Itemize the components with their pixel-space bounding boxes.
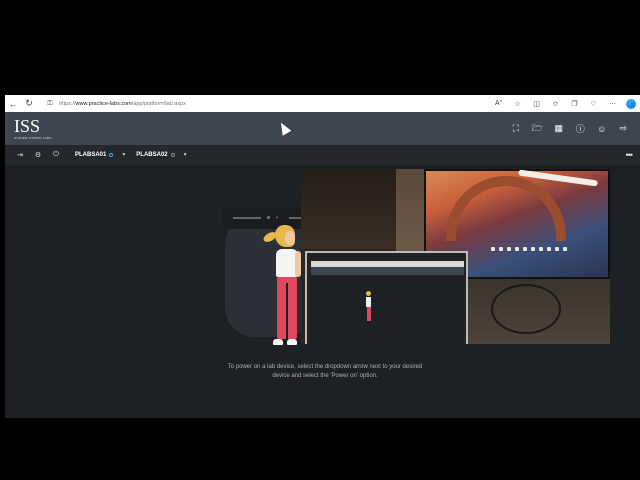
status-dot [109,153,114,157]
browser-tools: A​” ☆ ◫ ✩ ❐ ♡ ⋯ [489,95,640,112]
browser-window: ← ↻ ⚿ https://www.practice-labs.com/app/… [5,95,640,418]
lab-toolbar: ⇥ ⚙ ⏻ PLABSA01 ▼ PLABSA02 ▼ ••• [5,145,640,165]
screen: ← ↻ ⚿ https://www.practice-labs.com/app/… [0,0,640,480]
logo-subtext: GUIDED HYBRID LABS [14,136,52,140]
power-on-instructions: To power on a lab device, select the dro… [205,363,445,381]
back-icon[interactable]: ← [5,95,21,112]
shoe [287,339,297,345]
device-tab-plabsa01[interactable]: PLABSA01 ▼ [75,152,126,158]
laptop-screen [311,261,464,343]
url-host: www.practice-labs.com [75,100,132,107]
webcam-wall [396,169,424,251]
split-screen-icon[interactable]: ◫ [527,95,546,112]
header-actions: ⛶ 🗁 ▦ ⓘ ☺ ⇨ [505,112,634,145]
device-tab-plabsa02[interactable]: PLABSA02 ▼ [136,152,187,158]
folder-icon[interactable]: 🗁 [527,112,549,145]
monitor-wallpaper-arch [446,176,566,241]
device-name: PLABSA01 [75,152,107,158]
fullscreen-icon[interactable]: ⛶ [505,112,527,145]
app-header: ISS GUIDED HYBRID LABS ⛶ 🗁 ▦ ⓘ ☺ ⇨ [5,112,640,145]
favorites-icon[interactable]: ✩ [546,95,565,112]
address-bar: ← ↻ ⚿ https://www.practice-labs.com/app/… [5,95,640,112]
status-dot [170,153,175,157]
placeholder-bar [289,217,301,219]
browser-essentials-icon[interactable]: ♡ [584,95,603,112]
webcam-overlay [301,169,610,344]
chevron-down-icon: ▼ [275,215,279,220]
placeholder-bar [233,217,261,219]
more-horizontal-icon[interactable]: ••• [626,145,634,165]
webcam-cable [491,284,561,334]
iss-logo[interactable]: ISS GUIDED HYBRID LABS [14,117,52,140]
lock-icon[interactable]: ⚿ [45,95,55,112]
pants-gap [286,283,288,339]
extensions-icon[interactable]: ⋯ [603,95,622,112]
webcam-laptop [305,251,468,344]
url-prefix: https:// [59,100,76,107]
chart-icon[interactable]: ▦ [548,112,570,145]
help-icon[interactable]: ⓘ [570,112,592,145]
exit-icon[interactable]: ⇥ [11,145,29,165]
laptop-header [311,267,464,275]
url-field[interactable]: https://www.practice-labs.com/app/platfo… [59,101,186,107]
placeholder-dot [267,216,270,219]
logo-text: ISS [14,116,41,136]
instructions-line: device and select the 'Power on' option. [272,373,378,379]
instructions-line: To power on a lab device, select the dro… [227,364,423,370]
collections-icon[interactable]: ❐ [565,95,584,112]
favorite-star-icon[interactable]: ☆ [508,95,527,112]
edge-copilot-icon[interactable] [626,98,636,109]
read-aloud-icon[interactable]: A​” [489,95,508,112]
face [285,231,295,245]
url-path: /app/platform/lab.aspx [131,100,186,107]
shoe [273,339,283,345]
settings-icon[interactable]: ⚙ [29,145,47,165]
monitor-taskbar [491,247,571,251]
chevron-down-icon[interactable]: ▼ [183,152,188,158]
laptop-illustration [366,291,372,326]
lab-content: ▼ To power on a lab device, select the d… [5,165,640,418]
power-icon[interactable]: ⏻ [47,145,65,165]
mouse-cursor-icon [276,120,292,136]
logout-icon[interactable]: ⇨ [613,112,635,145]
webcam-wall [301,169,401,249]
user-icon[interactable]: ☺ [591,112,613,145]
refresh-icon[interactable]: ↻ [21,95,37,112]
device-name: PLABSA02 [136,152,168,158]
chevron-down-icon[interactable]: ▼ [121,152,126,158]
